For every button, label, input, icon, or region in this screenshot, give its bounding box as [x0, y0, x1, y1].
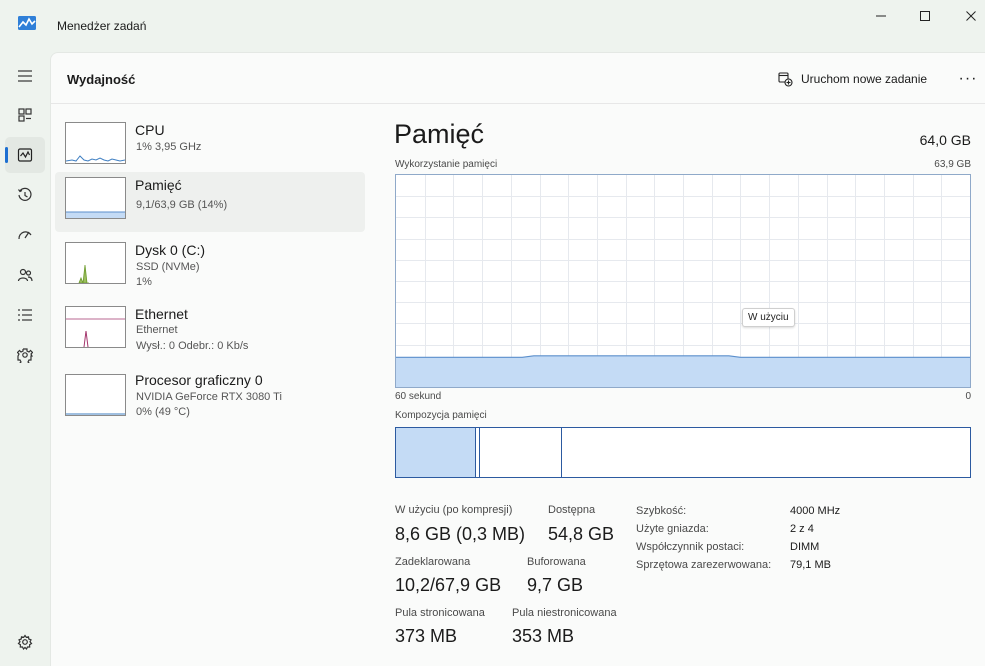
nav-startup-apps[interactable]	[5, 217, 45, 253]
nav-menu-button[interactable]	[5, 58, 45, 94]
maximize-button[interactable]	[902, 0, 948, 32]
device-type: Ethernet	[136, 324, 178, 336]
usage-graph-max: 63,9 GB	[934, 159, 971, 170]
nav-app-history[interactable]	[5, 177, 45, 213]
paged-pool-label: Pula stronicowana	[395, 607, 485, 619]
composition-label: Kompozycja pamięci	[395, 410, 487, 421]
memory-thumbnail-fill	[66, 212, 125, 218]
committed-label: Zadeklarowana	[395, 556, 471, 568]
hardware-reserved-label: Sprzętowa zarezerwowana:	[636, 559, 772, 571]
nonpaged-pool-label: Pula niestronicowana	[512, 607, 617, 619]
performance-icon	[17, 148, 33, 162]
app-history-icon	[18, 187, 32, 201]
device-item-gpu[interactable]: Procesor graficzny 0 NVIDIA GeForce RTX …	[55, 369, 365, 429]
device-name: Pamięć	[135, 177, 182, 193]
services-icon	[17, 348, 33, 363]
cpu-sparkline	[66, 155, 125, 162]
device-type: SSD (NVMe)	[136, 261, 200, 273]
title-bar: Menedżer zadań	[0, 0, 985, 52]
main-panel: Wydajność Uruchom nowe zadanie ··· CPU 1…	[50, 52, 985, 666]
slots-label: Użyte gniazda:	[636, 523, 709, 535]
minimize-icon	[876, 15, 886, 17]
nav-performance[interactable]	[5, 137, 45, 173]
nav-users[interactable]	[5, 257, 45, 293]
memory-thumbnail-graph	[65, 177, 126, 219]
hardware-reserved-value: 79,1 MB	[790, 559, 831, 571]
in-use-tooltip: W użyciu	[742, 308, 795, 327]
available-label: Dostępna	[548, 504, 596, 516]
device-detail: 1% 3,95 GHz	[136, 141, 202, 153]
ethernet-thumbnail-graph	[65, 306, 126, 348]
settings-icon	[17, 634, 33, 650]
details-icon	[18, 309, 32, 321]
device-item-cpu[interactable]: CPU 1% 3,95 GHz	[55, 117, 365, 177]
nav-services[interactable]	[5, 337, 45, 373]
page-header: Wydajność Uruchom nowe zadanie ···	[51, 53, 985, 104]
window-title: Menedżer zadań	[57, 19, 147, 33]
active-indicator	[5, 147, 8, 163]
memory-usage-graph	[395, 174, 971, 388]
in-use-value: 8,6 GB (0,3 MB)	[395, 524, 526, 544]
hamburger-menu-icon	[18, 70, 32, 82]
device-detail: 9,1/63,9 GB (14%)	[136, 199, 228, 211]
memory-usage-area	[396, 355, 970, 387]
nav-processes[interactable]	[5, 97, 45, 133]
speed-label: Szybkość:	[636, 505, 687, 517]
device-detail: 1%	[136, 276, 152, 288]
committed-value: 10,2/67,9 GB	[395, 575, 502, 595]
startup-apps-icon	[18, 231, 32, 240]
cpu-thumbnail-graph	[65, 122, 126, 164]
in-use-label: W użyciu (po kompresji)	[395, 504, 513, 516]
run-task-icon	[778, 71, 793, 87]
memory-title: Pamięć	[394, 119, 485, 149]
nonpaged-pool-value: 353 MB	[512, 626, 575, 646]
run-new-task-button[interactable]: Uruchom nowe zadanie	[778, 69, 927, 89]
device-name: CPU	[135, 122, 165, 138]
graph-time-end: 0	[965, 391, 971, 402]
close-button[interactable]	[948, 0, 985, 32]
device-type: NVIDIA GeForce RTX 3080 Ti	[136, 391, 282, 403]
slots-value: 2 z 4	[790, 523, 814, 535]
composition-standby	[480, 428, 562, 477]
available-value: 54,8 GB	[548, 524, 615, 544]
form-factor-label: Współczynnik postaci:	[636, 541, 745, 553]
close-icon	[966, 11, 976, 21]
minimize-button[interactable]	[858, 0, 904, 32]
page-title: Wydajność	[67, 72, 136, 87]
navigation-rail	[0, 52, 50, 666]
device-detail: Wysł.: 0 Odebr.: 0 Kb/s	[136, 340, 249, 352]
memory-total: 64,0 GB	[919, 132, 971, 148]
device-name: Ethernet	[135, 306, 188, 322]
form-factor-value: DIMM	[790, 541, 820, 553]
disk-thumbnail-graph	[65, 242, 126, 284]
memory-composition-bar	[395, 427, 971, 478]
maximize-icon	[920, 11, 930, 21]
device-detail: 0% (49 °C)	[136, 406, 190, 418]
ethernet-spike	[83, 330, 89, 347]
device-name: Procesor graficzny 0	[135, 372, 263, 388]
run-task-label: Uruchom nowe zadanie	[801, 72, 928, 86]
composition-in-use	[396, 428, 476, 477]
nav-details[interactable]	[5, 297, 45, 333]
device-item-memory[interactable]: Pamięć 9,1/63,9 GB (14%)	[55, 172, 365, 232]
usage-graph-label: Wykorzystanie pamięci	[395, 159, 498, 170]
device-item-ethernet[interactable]: Ethernet Ethernet Wysł.: 0 Odebr.: 0 Kb/…	[55, 303, 365, 363]
disk-spike	[78, 264, 89, 283]
gpu-thumbnail-graph	[65, 374, 126, 416]
cached-label: Buforowana	[527, 556, 586, 568]
nav-settings[interactable]	[5, 624, 45, 660]
processes-icon	[18, 108, 32, 122]
more-options-button[interactable]: ···	[957, 69, 979, 89]
device-item-disk[interactable]: Dysk 0 (C:) SSD (NVMe) 1%	[55, 237, 365, 297]
paged-pool-value: 373 MB	[395, 626, 458, 646]
device-name: Dysk 0 (C:)	[135, 242, 205, 258]
graph-time-start: 60 sekund	[395, 391, 442, 402]
task-manager-app-icon	[18, 16, 36, 30]
speed-value: 4000 MHz	[790, 505, 841, 517]
cached-value: 9,7 GB	[527, 575, 584, 595]
users-icon	[17, 268, 33, 282]
